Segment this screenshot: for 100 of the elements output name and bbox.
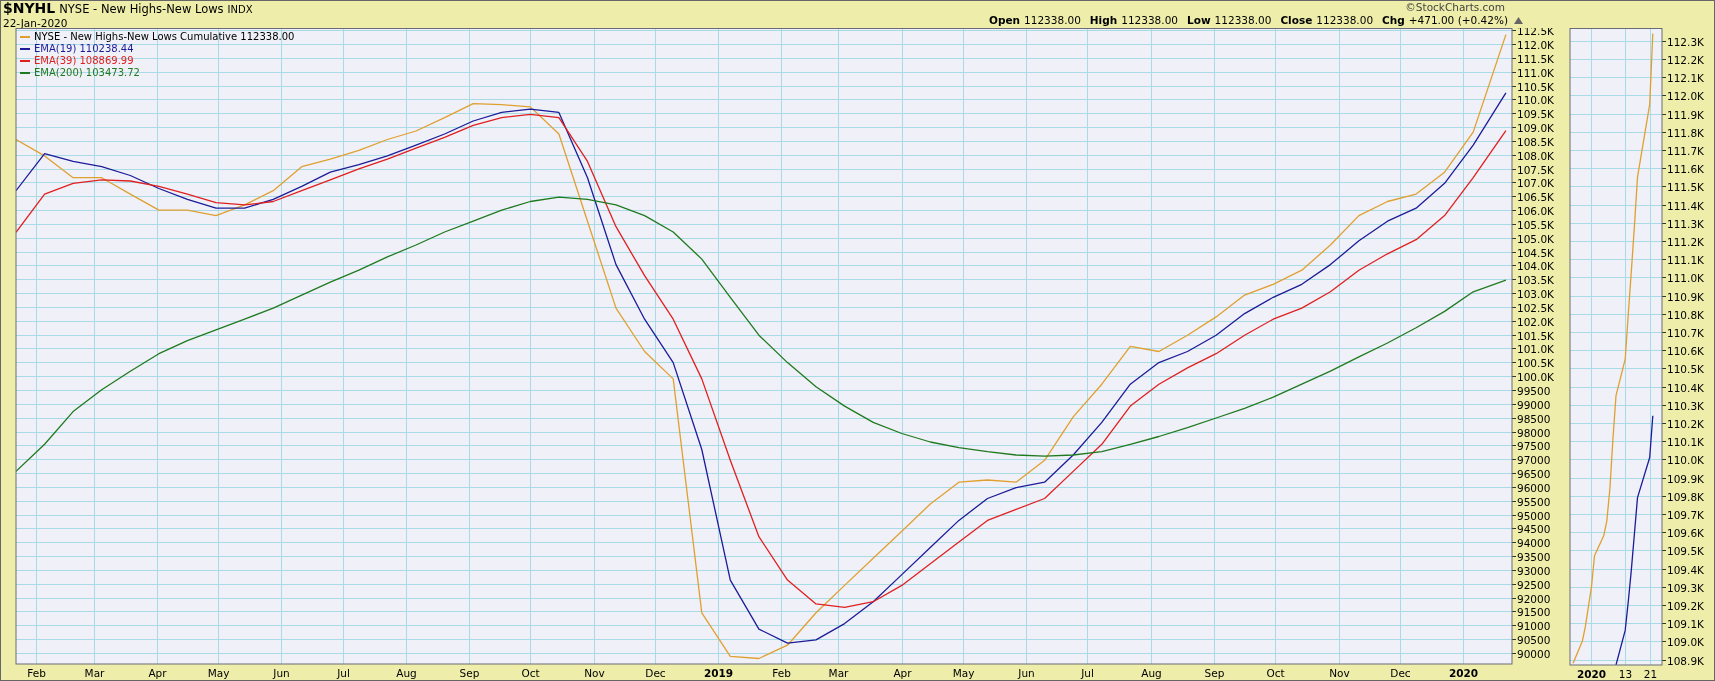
y-axis-label: 111.4K bbox=[1667, 199, 1704, 212]
y-axis-label: 112.2K bbox=[1667, 53, 1704, 66]
y-axis-label: 109.9K bbox=[1667, 472, 1704, 485]
index-name: NYSE - New Highs-New Lows bbox=[59, 2, 224, 17]
y-axis-label: 109.7K bbox=[1667, 508, 1704, 521]
x-axis-label: Jun bbox=[273, 667, 290, 679]
y-axis-label: 110.0K bbox=[1517, 93, 1554, 106]
quote-label: Low bbox=[1187, 14, 1211, 27]
x-axis-label: Mar bbox=[828, 667, 849, 679]
y-axis-label: 91000 bbox=[1517, 619, 1551, 632]
x-axis-label: Dec bbox=[645, 667, 666, 679]
y-axis-label: 108.0K bbox=[1517, 149, 1554, 162]
quote-label: High bbox=[1089, 14, 1118, 27]
y-axis-label: 102.5K bbox=[1517, 301, 1554, 314]
y-axis-label: 110.5K bbox=[1517, 80, 1554, 93]
x-axis-label: Nov bbox=[584, 667, 605, 679]
y-axis-label: 106.5K bbox=[1517, 190, 1554, 203]
y-axis-label: 111.1K bbox=[1667, 253, 1704, 266]
x-axis-label: Aug bbox=[1141, 667, 1162, 679]
y-axis-label: 110.6K bbox=[1667, 344, 1704, 357]
x-axis-label: Dec bbox=[1390, 667, 1411, 679]
y-axis-label: 112.1K bbox=[1667, 71, 1704, 84]
y-axis-label: 99000 bbox=[1517, 398, 1551, 411]
y-axis-label: 109.0K bbox=[1667, 635, 1704, 648]
x-axis-label: Aug bbox=[396, 667, 417, 679]
y-axis-label: 92000 bbox=[1517, 592, 1551, 605]
y-axis-label: 111.0K bbox=[1517, 66, 1554, 79]
y-axis-label: 96500 bbox=[1517, 467, 1551, 480]
y-axis-label: 109.5K bbox=[1517, 107, 1554, 120]
y-axis-label: 108.9K bbox=[1667, 654, 1704, 667]
x-axis-label: Jul bbox=[337, 667, 350, 679]
ticker-symbol: $NYHL bbox=[3, 1, 56, 16]
y-axis-label: 108.5K bbox=[1517, 135, 1554, 148]
y-axis-label: 109.3K bbox=[1667, 581, 1704, 594]
quote-label: Open bbox=[989, 14, 1021, 27]
y-axis-label: 94000 bbox=[1517, 536, 1551, 549]
y-axis-label: 111.6K bbox=[1667, 162, 1704, 175]
legend-text: NYSE - New Highs-New Lows Cumulative 112338.00 bbox=[34, 31, 295, 43]
y-axis-label: 111.5K bbox=[1667, 180, 1704, 193]
exchange-label: INDX bbox=[227, 3, 253, 17]
y-axis-label: 94500 bbox=[1517, 522, 1551, 535]
y-axis-label: 110.8K bbox=[1667, 308, 1704, 321]
x-axis-label: Sep bbox=[459, 667, 480, 679]
y-axis-label: 111.8K bbox=[1667, 126, 1704, 139]
quote-label: Chg bbox=[1382, 14, 1405, 27]
y-axis-label: 112.0K bbox=[1667, 89, 1704, 102]
y-axis-label: 98000 bbox=[1517, 426, 1551, 439]
y-axis-label: 95500 bbox=[1517, 495, 1551, 508]
x-axis-label: May bbox=[207, 667, 230, 679]
x-axis-label: Mar bbox=[84, 667, 105, 679]
y-axis-label: 107.0K bbox=[1517, 176, 1554, 189]
y-axis-label: 112.3K bbox=[1667, 35, 1704, 48]
x-axis-label: Feb bbox=[772, 667, 791, 679]
y-axis-label: 106.0K bbox=[1517, 204, 1554, 217]
y-axis-label: 109.2K bbox=[1667, 599, 1704, 612]
legend-text: EMA(19) 110238.44 bbox=[34, 43, 134, 55]
y-axis-label: 110.0K bbox=[1667, 453, 1704, 466]
y-axis-label: 111.7K bbox=[1667, 144, 1704, 157]
y-axis-label: 110.2K bbox=[1667, 417, 1704, 430]
x-axis-label: 13 bbox=[1618, 668, 1633, 680]
y-axis-label: 111.2K bbox=[1667, 235, 1704, 248]
y-axis-label: 100.5K bbox=[1517, 356, 1554, 369]
x-axis-label: Feb bbox=[27, 667, 46, 679]
x-axis-label: Sep bbox=[1204, 667, 1225, 679]
x-axis-label: Oct bbox=[1266, 667, 1285, 679]
x-axis-label: Apr bbox=[148, 667, 167, 679]
y-axis-label: 111.9K bbox=[1667, 108, 1704, 121]
y-axis-label: 93000 bbox=[1517, 564, 1551, 577]
y-axis-label: 109.4K bbox=[1667, 563, 1704, 576]
y-axis-label: 92500 bbox=[1517, 578, 1551, 591]
y-axis-label: 111.3K bbox=[1667, 217, 1704, 230]
x-axis-label: May bbox=[952, 667, 975, 679]
y-axis-label: 110.7K bbox=[1667, 326, 1704, 339]
x-axis-label: Oct bbox=[521, 667, 540, 679]
y-axis-label: 110.9K bbox=[1667, 290, 1704, 303]
y-axis-label: 97000 bbox=[1517, 453, 1551, 466]
chart-date: 22-Jan-2020 bbox=[3, 17, 69, 29]
x-axis-label: Jul bbox=[1081, 667, 1094, 679]
y-axis-label: 103.5K bbox=[1517, 273, 1554, 286]
x-axis-label: Apr bbox=[893, 667, 912, 679]
y-axis-label: 105.5K bbox=[1517, 218, 1554, 231]
quote-value: 112338.00 bbox=[1024, 14, 1081, 27]
y-axis-label: 112.0K bbox=[1517, 38, 1554, 51]
legend-text: EMA(200) 103473.72 bbox=[34, 67, 140, 79]
quote-value: 112338.00 bbox=[1121, 14, 1178, 27]
quote-value: +471.00 (+0.42%) bbox=[1408, 14, 1508, 27]
copyright-text: ©StockCharts.com bbox=[1405, 1, 1505, 14]
x-axis-label: 2020 bbox=[1448, 667, 1479, 679]
y-axis-label: 101.5K bbox=[1517, 329, 1554, 342]
y-axis-label: 110.4K bbox=[1667, 381, 1704, 394]
y-axis-label: 90500 bbox=[1517, 633, 1551, 646]
y-axis-label: 109.6K bbox=[1667, 526, 1704, 539]
y-axis-label: 93500 bbox=[1517, 550, 1551, 563]
y-axis-label: 101.0K bbox=[1517, 342, 1554, 355]
x-axis-label: 21 bbox=[1643, 668, 1658, 680]
y-axis-label: 98500 bbox=[1517, 412, 1551, 425]
y-axis-label: 109.8K bbox=[1667, 490, 1704, 503]
x-axis-label: Jun bbox=[1018, 667, 1035, 679]
triangle-icon[interactable] bbox=[1514, 17, 1523, 24]
y-axis-label: 99500 bbox=[1517, 384, 1551, 397]
